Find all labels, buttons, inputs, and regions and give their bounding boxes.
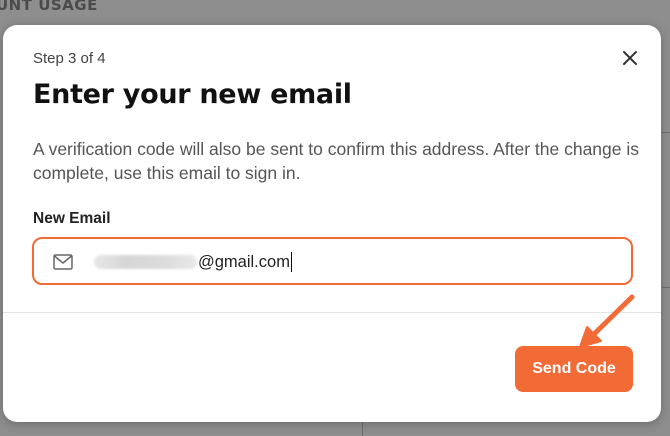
send-code-button[interactable]: Send Code [515, 346, 633, 392]
redacted-email-username [94, 255, 197, 269]
new-email-field[interactable]: @gmail.com [32, 237, 633, 285]
change-email-dialog: Step 3 of 4 Enter your new email A verif… [3, 25, 661, 422]
background-divider [362, 420, 363, 436]
background-divider [662, 132, 670, 133]
background-divider [662, 287, 670, 288]
email-domain-text: @gmail.com [198, 252, 290, 271]
dialog-description: A verification code will also be sent to… [33, 139, 640, 183]
text-cursor [290, 252, 292, 272]
close-icon [623, 51, 637, 65]
new-email-label: New Email [33, 210, 111, 227]
close-button[interactable] [617, 45, 643, 71]
footer-divider [3, 312, 661, 313]
email-input-value[interactable]: @gmail.com [94, 251, 292, 273]
mail-icon [53, 254, 73, 270]
dialog-title: Enter your new email [33, 79, 352, 110]
background-section-header: UNT USAGE [0, 0, 98, 14]
step-indicator: Step 3 of 4 [33, 50, 106, 67]
